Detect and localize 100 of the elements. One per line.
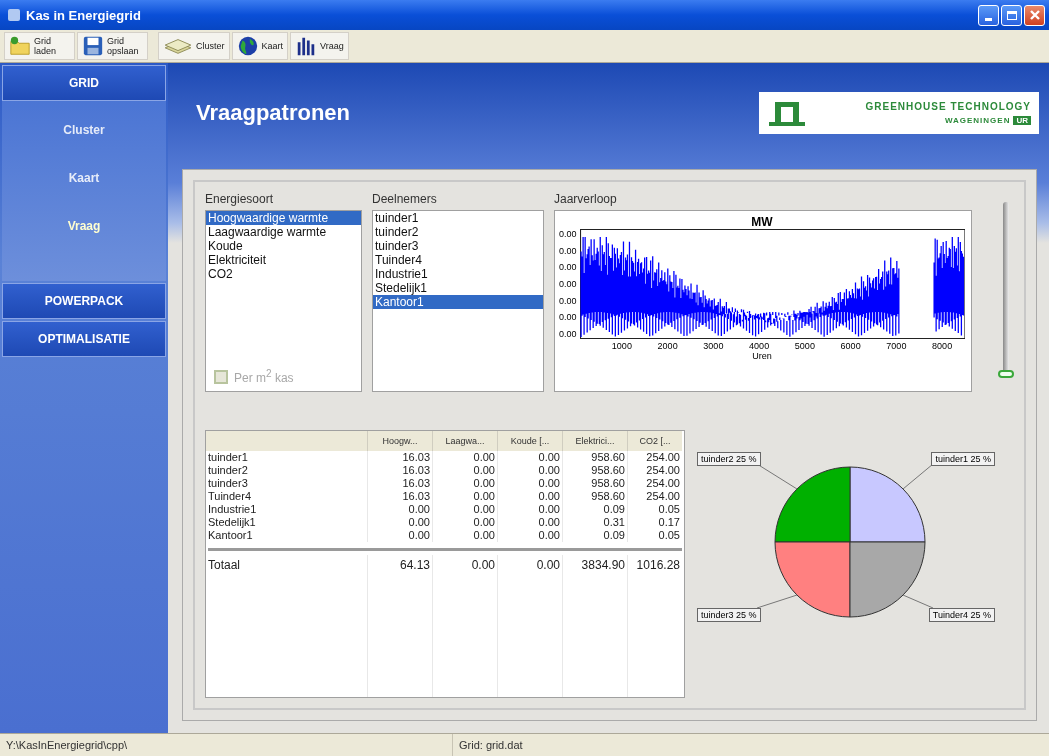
table-cell: 16.03	[368, 451, 433, 464]
table-cell: 0.00	[498, 451, 563, 464]
table-cell: 0.00	[433, 529, 498, 542]
leader-line	[902, 594, 934, 609]
list-item[interactable]: tuinder3	[373, 239, 543, 253]
table-cell: 16.03	[368, 490, 433, 503]
table-cell: 3834.90	[563, 555, 628, 575]
axis-tick-label: 0.00	[559, 312, 577, 323]
table-cell: 0.00	[498, 555, 563, 575]
column-header[interactable]: Elektrici...	[563, 431, 628, 451]
table-cell: 0.00	[368, 529, 433, 542]
toolbar-button[interactable]: Grid opslaan	[77, 32, 148, 60]
table-cell: 958.60	[563, 490, 628, 503]
table-cell: Tuinder4	[206, 490, 368, 503]
checkbox-label: Per m$^{2}$ kas	[234, 368, 294, 385]
table-cell: 958.60	[563, 477, 628, 490]
axis-tick-label: 0.00	[559, 229, 577, 239]
slice-value: 25 %	[736, 454, 757, 464]
toolbar-button[interactable]: Cluster	[158, 32, 230, 60]
close-icon	[1028, 9, 1041, 21]
list-item[interactable]: Laagwaardige warmte	[206, 225, 361, 239]
slice-name: tuinder1	[935, 454, 968, 464]
list-label: Energiesoort	[205, 192, 275, 206]
folder-icon	[9, 35, 31, 57]
chart-title: MW	[750, 215, 774, 229]
list-item[interactable]: Tuinder4	[373, 253, 543, 267]
axis-tick-label: 6000	[840, 341, 861, 351]
toolbar-button[interactable]: Kaart	[231, 32, 289, 60]
table-cell-text: 254.00	[645, 464, 681, 477]
vertical-slider[interactable]	[998, 202, 1014, 378]
axis-tick-label: 2000	[657, 341, 678, 351]
list-item[interactable]: Hoogwaardige warmte	[206, 211, 361, 225]
status-text: Y:\KasInEnergiegrid\cpp\	[0, 734, 453, 756]
window-title: Kas in Energiegrid	[26, 7, 142, 23]
axis-tick-label: 0.00	[559, 295, 577, 306]
column-header[interactable]: Koude [...	[498, 431, 563, 451]
toolbar-button[interactable]: Vraag	[290, 32, 349, 60]
globe-icon	[236, 35, 259, 57]
list-label: Deelnemers	[372, 192, 438, 206]
column-header[interactable]: Hoogw...	[368, 431, 433, 451]
table-cell-text: 254.00	[645, 490, 681, 503]
table-cell: 0.00	[433, 503, 498, 516]
list-item[interactable]: Kantoor1	[373, 295, 543, 309]
axis-tick-label: 0.00	[559, 245, 577, 256]
maximize-button[interactable]	[1001, 4, 1022, 26]
table-cell: tuinder3	[206, 477, 368, 490]
table-cell: 0.00	[498, 503, 563, 516]
sidebar-section-button[interactable]: POWERPACK	[2, 283, 166, 319]
sidebar-section-button[interactable]: OPTIMALISATIE	[2, 321, 166, 357]
table-cell: Industrie1	[206, 503, 368, 516]
table-cell: 958.60	[563, 464, 628, 477]
axis-tick-label: 5000	[794, 341, 815, 351]
list-item[interactable]: Elektriciteit	[206, 253, 361, 267]
table-cell: 0.00	[498, 516, 563, 529]
list-item[interactable]: Stedelijk1	[373, 281, 543, 295]
table-cell: 64.13	[368, 555, 433, 575]
axis-tick-label: 4000	[749, 341, 770, 351]
table-cell: 16.03	[368, 477, 433, 490]
table-cell: 958.60	[563, 451, 628, 464]
table-cell: Stedelijk1	[206, 516, 368, 529]
list-item[interactable]: Industrie1	[373, 267, 543, 281]
slice-name: tuinder3	[701, 610, 734, 620]
column-header[interactable]: Laagwa...	[433, 431, 498, 451]
axis-tick-label: 0.00	[559, 278, 577, 289]
table-cell: 0.00	[368, 516, 433, 529]
leader-line	[902, 463, 934, 490]
close-button[interactable]	[1024, 4, 1045, 26]
axis-tick-label: 1000	[611, 341, 632, 351]
table-cell-text: 254.00	[645, 477, 681, 490]
list-item[interactable]: Koude	[206, 239, 361, 253]
list-item[interactable]: CO2	[206, 267, 361, 281]
column-header[interactable]: CO2 [...	[628, 431, 682, 451]
list-item[interactable]: tuinder2	[373, 225, 543, 239]
sidebar-section-button[interactable]: GRID	[2, 65, 166, 101]
table-cell-text: 0.17	[657, 516, 681, 529]
table-cell: Totaal	[206, 555, 368, 575]
app-icon	[8, 9, 20, 21]
axis-tick-label: 8000	[932, 341, 953, 351]
slice-name: tuinder2	[701, 454, 734, 464]
slider-thumb[interactable]	[998, 370, 1014, 378]
table-cell: tuinder1	[206, 451, 368, 464]
table-cell: Kantoor1	[206, 529, 368, 542]
sidebar-item[interactable]: Cluster	[55, 111, 113, 149]
table-cell: 16.03	[368, 464, 433, 477]
table-cell: 0.00	[433, 555, 498, 575]
logo-text: GREENHOUSE TECHNOLOGY	[865, 101, 1031, 112]
minimize-button[interactable]	[978, 4, 999, 26]
table-cell: 0.00	[433, 490, 498, 503]
list-item[interactable]: tuinder1	[373, 211, 543, 225]
toolbar-button[interactable]: Grid laden	[4, 32, 75, 60]
status-text: Grid: grid.dat	[458, 738, 524, 753]
slice-value: 25 %	[736, 610, 757, 620]
axis-tick-label: 0.00	[559, 328, 577, 339]
table-cell: 0.00	[433, 451, 498, 464]
logo-badge: UR	[1013, 116, 1031, 125]
table-cell: 0.00	[498, 490, 563, 503]
axis-tick-label: 3000	[703, 341, 724, 351]
axis-tick-label: 7000	[886, 341, 907, 351]
table-cell: 0.31	[563, 516, 628, 529]
logo-text: WAGENINGEN	[944, 116, 1011, 125]
